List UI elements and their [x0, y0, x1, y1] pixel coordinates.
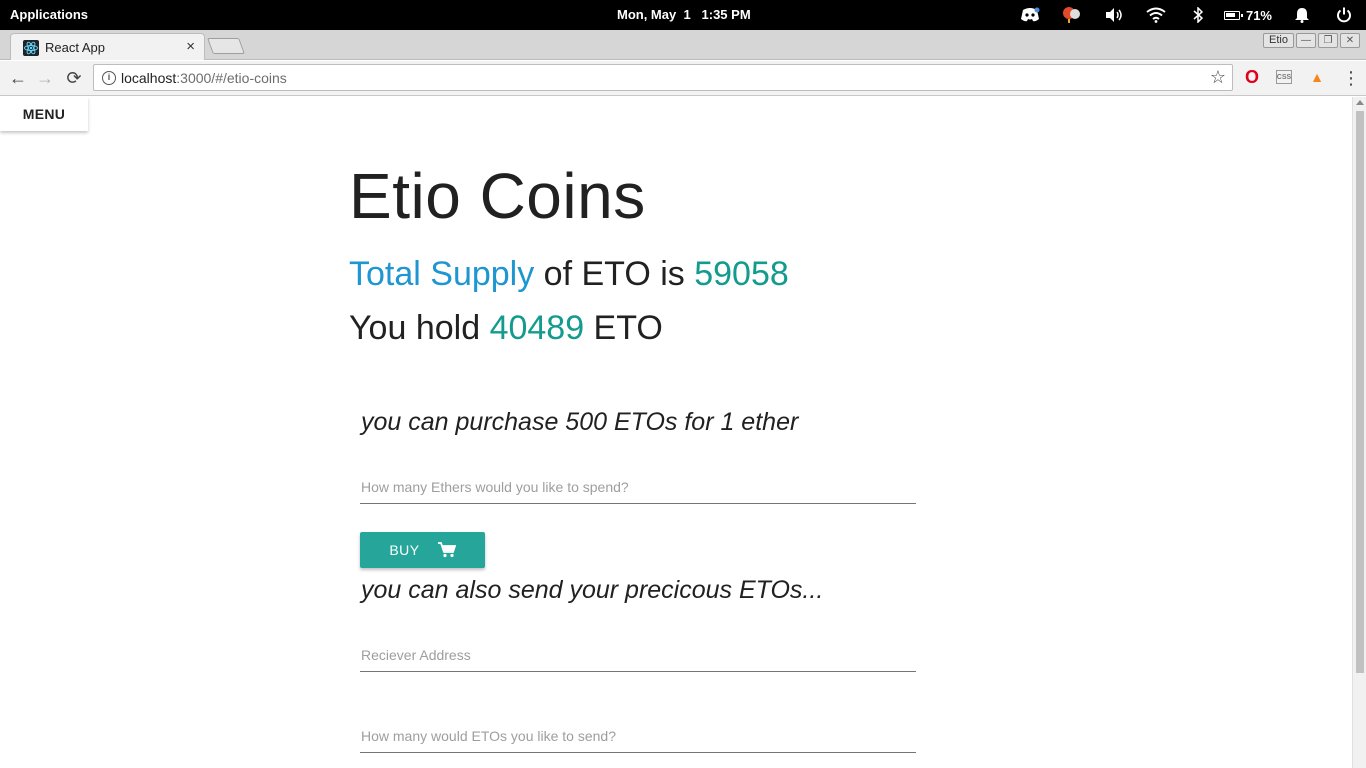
bell-icon[interactable] [1290, 0, 1314, 30]
purchase-heading: you can purchase 500 ETOs for 1 ether [361, 408, 799, 436]
forward-arrow-icon[interactable]: → [33, 66, 57, 90]
browser-toolbar: ← → ⟳ i localhost:3000/#/etio-coins ☆ O … [0, 61, 1366, 96]
scroll-up-arrow-icon[interactable] [1356, 100, 1364, 105]
minimize-window-button[interactable]: — [1296, 33, 1316, 48]
volume-icon[interactable] [1102, 0, 1126, 30]
page-title: Etio Coins [349, 160, 646, 232]
total-supply-mid: of ETO is [534, 255, 695, 293]
total-supply-label: Total Supply [349, 255, 535, 293]
opera-extension-icon[interactable]: O [1243, 67, 1261, 87]
system-tray: 71% [1000, 0, 1356, 30]
browser-menu-icon[interactable]: ⋮ [1342, 67, 1360, 89]
total-supply-line: Total Supply of ETO is 59058 [349, 255, 789, 294]
notification-balloon-icon[interactable] [1060, 0, 1084, 30]
browser-tab-strip: React App × Etio — ❐ ✕ [0, 30, 1366, 60]
close-tab-icon[interactable]: × [186, 38, 195, 55]
bookmark-star-icon[interactable]: ☆ [1210, 67, 1226, 88]
react-favicon-icon [23, 40, 39, 56]
eto-amount-input[interactable] [360, 719, 916, 753]
wifi-icon[interactable] [1144, 0, 1168, 30]
tab-title: React App [45, 40, 105, 55]
url-text[interactable]: localhost:3000/#/etio-coins [121, 70, 287, 86]
buy-button-label: BUY [389, 542, 420, 558]
browser-tab-react-app[interactable]: React App × [10, 33, 205, 60]
page-viewport: MENU Etio Coins Total Supply of ETO is 5… [0, 97, 1352, 768]
bluetooth-icon[interactable] [1186, 0, 1210, 30]
ethers-amount-input[interactable] [360, 470, 916, 504]
reload-icon[interactable]: ⟳ [62, 66, 86, 90]
site-info-icon[interactable]: i [102, 71, 116, 85]
applications-menu[interactable]: Applications [10, 7, 88, 22]
buy-button[interactable]: BUY [360, 532, 485, 568]
battery-percentage: 71% [1245, 7, 1272, 23]
power-icon[interactable] [1332, 0, 1356, 30]
maximize-window-button[interactable]: ❐ [1318, 33, 1338, 48]
address-bar[interactable]: i localhost:3000/#/etio-coins ☆ [93, 64, 1233, 91]
total-supply-value: 59058 [694, 255, 789, 293]
battery-icon [1223, 10, 1243, 20]
clock[interactable]: Mon, May 1 1:35 PM [617, 7, 751, 22]
scrollbar-thumb[interactable] [1356, 111, 1364, 673]
balance-value: 40489 [489, 309, 585, 347]
discord-icon[interactable] [1018, 0, 1042, 30]
back-arrow-icon[interactable]: ← [6, 66, 30, 90]
balance-line: You hold 40489 ETO [349, 309, 663, 348]
shopping-cart-icon [437, 542, 456, 558]
send-heading: you can also send your precicous ETOs... [361, 576, 824, 604]
profile-button[interactable]: Etio [1263, 33, 1294, 48]
url-host: localhost [121, 70, 177, 86]
close-window-button[interactable]: ✕ [1340, 33, 1360, 48]
page-scrollbar[interactable] [1352, 97, 1366, 768]
metamask-fox-icon[interactable]: ▲ [1308, 68, 1326, 86]
balance-suffix: ETO [584, 309, 663, 347]
menu-button[interactable]: MENU [0, 97, 88, 131]
receiver-address-input[interactable] [360, 638, 916, 672]
os-top-bar: Applications Mon, May 1 1:35 PM 71% [0, 0, 1366, 30]
balance-prefix: You hold [349, 309, 490, 347]
battery-indicator[interactable]: 71% [1223, 7, 1272, 23]
extension-box-icon[interactable]: CSS [1276, 70, 1292, 84]
url-path: :3000/#/etio-coins [176, 70, 287, 86]
new-tab-button[interactable] [207, 38, 245, 54]
